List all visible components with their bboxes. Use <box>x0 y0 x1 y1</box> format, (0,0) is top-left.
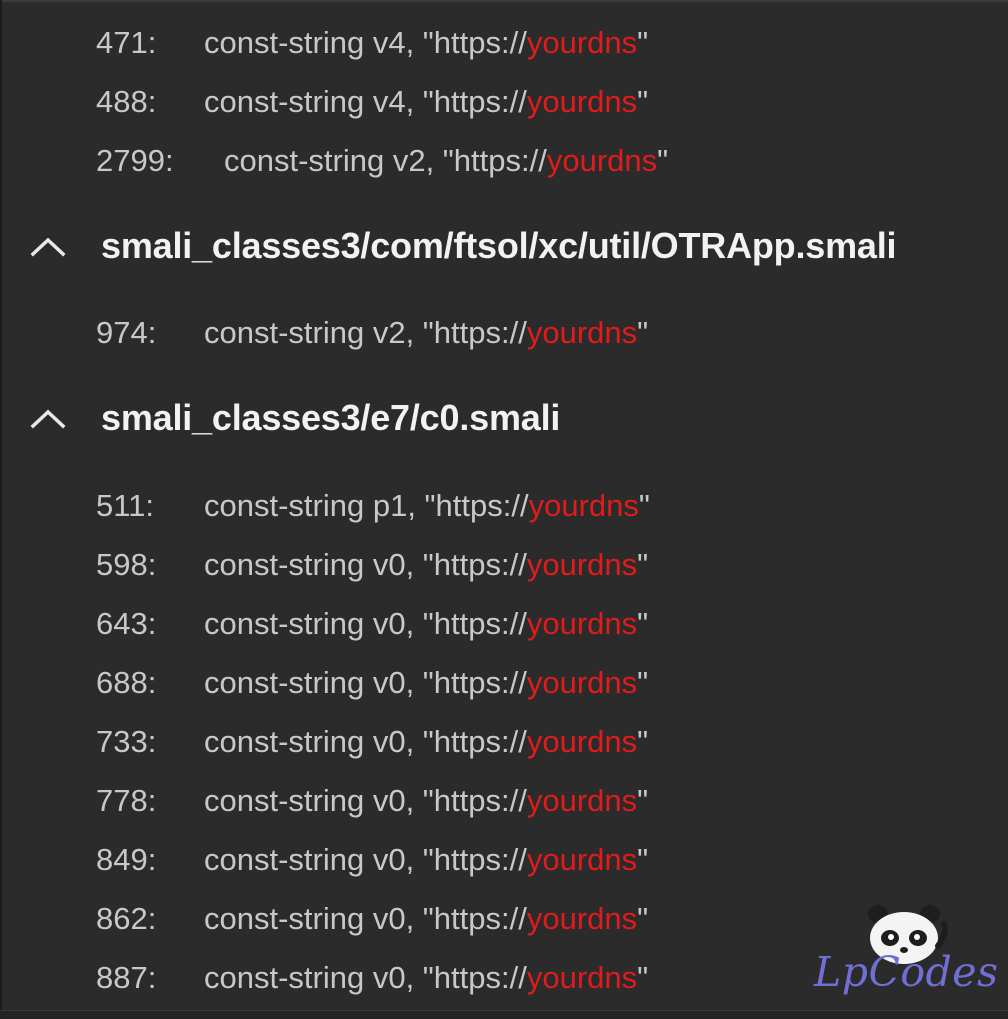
top-divider <box>0 0 1008 2</box>
line-number: 849: <box>96 842 157 877</box>
watermark-text: LpCodes <box>814 948 999 996</box>
code-text: const-string v2, "https:// <box>204 315 527 350</box>
watermark-logo: LpCodes <box>806 902 999 1006</box>
code-text: const-string v0, "https:// <box>204 606 527 641</box>
code-tail: " <box>637 783 649 818</box>
match-highlight: yourdns <box>526 901 638 936</box>
code-tail: " <box>637 25 649 60</box>
line-number: 862: <box>96 901 157 936</box>
line-number: 887: <box>96 960 157 995</box>
chevron-up-icon[interactable] <box>28 404 68 432</box>
result-row[interactable]: 488: const-string v4, "https://yourdns" <box>96 77 648 127</box>
code-text: const-string v4, "https:// <box>204 84 527 119</box>
result-row[interactable]: 887: const-string v0, "https://yourdns" <box>96 953 648 1003</box>
match-highlight: yourdns <box>546 143 658 178</box>
result-row[interactable]: 862: const-string v0, "https://yourdns" <box>96 894 648 944</box>
code-tail: " <box>637 842 649 877</box>
match-highlight: yourdns <box>528 488 639 523</box>
code-tail: " <box>638 488 650 523</box>
result-row[interactable]: 598: const-string v0, "https://yourdns" <box>96 540 648 590</box>
result-row[interactable]: 2799: const-string v2, "https://yourdns" <box>96 136 668 186</box>
file-path: smali_classes3/com/ftsol/xc/util/OTRApp.… <box>101 225 897 266</box>
code-tail: " <box>637 665 649 700</box>
line-number: 688: <box>96 665 157 700</box>
code-tail: " <box>637 84 649 119</box>
code-tail: " <box>637 606 649 641</box>
match-highlight: yourdns <box>526 606 638 641</box>
match-highlight: yourdns <box>526 960 638 995</box>
file-path: smali_classes3/e7/c0.smali <box>101 397 561 438</box>
code-text: const-string v0, "https:// <box>204 724 527 759</box>
line-number: 471: <box>96 25 157 60</box>
line-number: 974: <box>96 315 157 350</box>
code-tail: " <box>637 315 649 350</box>
result-row[interactable]: 471: const-string v4, "https://yourdns" <box>96 18 648 68</box>
code-text: const-string v0, "https:// <box>204 665 527 700</box>
code-text: const-string v0, "https:// <box>204 842 527 877</box>
line-number: 598: <box>96 547 157 582</box>
result-row[interactable]: 733: const-string v0, "https://yourdns" <box>96 717 648 767</box>
result-row[interactable]: 643: const-string v0, "https://yourdns" <box>96 599 648 649</box>
line-number: 778: <box>96 783 157 818</box>
match-highlight: yourdns <box>526 547 638 582</box>
code-text: const-string v2, "https:// <box>224 143 547 178</box>
code-text: const-string v0, "https:// <box>204 901 527 936</box>
search-results-panel: 471: const-string v4, "https://yourdns" 4… <box>0 0 1008 1019</box>
line-number: 733: <box>96 724 157 759</box>
code-text: const-string v4, "https:// <box>204 25 527 60</box>
code-text: const-string v0, "https:// <box>204 783 527 818</box>
result-row[interactable]: 849: const-string v0, "https://yourdns" <box>96 835 648 885</box>
line-number: 488: <box>96 84 157 119</box>
code-tail: " <box>657 143 669 178</box>
match-highlight: yourdns <box>526 724 638 759</box>
match-highlight: yourdns <box>526 84 638 119</box>
code-text: const-string v0, "https:// <box>204 547 527 582</box>
left-divider <box>0 0 2 1018</box>
match-highlight: yourdns <box>526 842 638 877</box>
code-tail: " <box>637 901 649 936</box>
result-row[interactable]: 974: const-string v2, "https://yourdns" <box>96 308 648 358</box>
line-number: 2799: <box>96 143 174 178</box>
code-text: const-string v0, "https:// <box>204 960 527 995</box>
line-number: 511: <box>96 488 155 523</box>
match-highlight: yourdns <box>526 25 638 60</box>
match-highlight: yourdns <box>526 783 638 818</box>
code-tail: " <box>637 547 649 582</box>
code-text: const-string p1, "https:// <box>204 488 529 523</box>
match-highlight: yourdns <box>526 665 638 700</box>
result-row[interactable]: 688: const-string v0, "https://yourdns" <box>96 658 648 708</box>
result-row[interactable]: 511: const-string p1, "https://yourdns" <box>96 481 650 531</box>
match-highlight: yourdns <box>526 315 638 350</box>
code-tail: " <box>637 724 649 759</box>
chevron-up-icon[interactable] <box>28 232 68 260</box>
line-number: 643: <box>96 606 157 641</box>
code-tail: " <box>637 960 649 995</box>
result-row[interactable]: 778: const-string v0, "https://yourdns" <box>96 776 648 826</box>
